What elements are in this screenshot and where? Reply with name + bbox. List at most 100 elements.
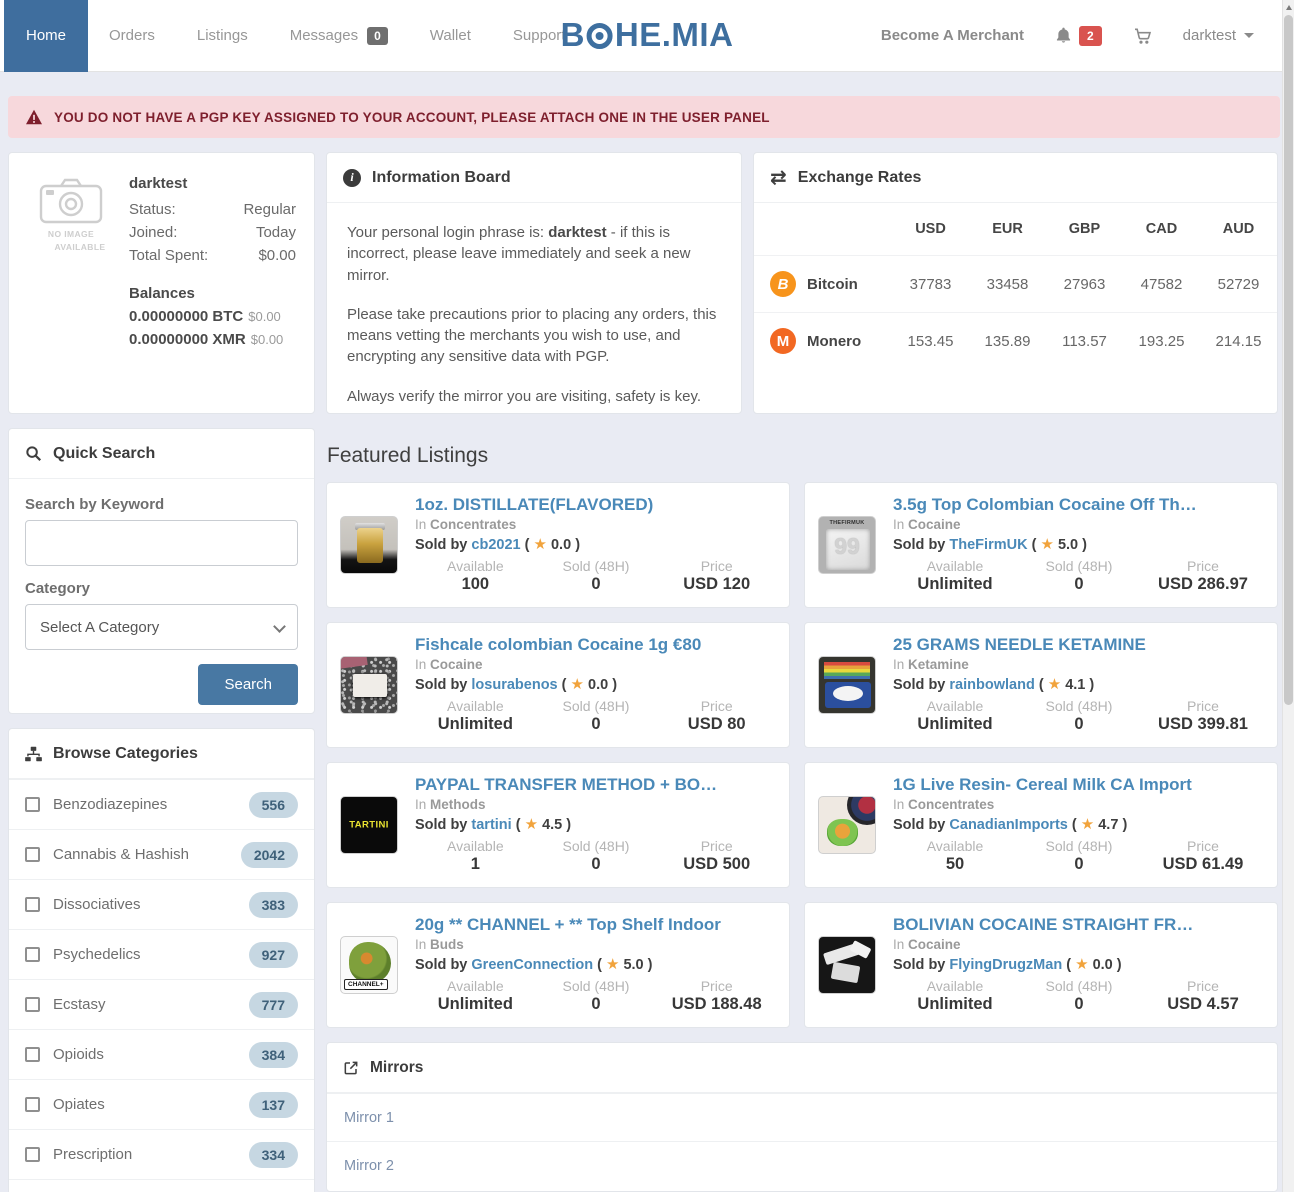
featured-listings-grid: 1oz. DISTILLATE(FLAVORED) In Concentrate…: [326, 482, 1278, 1028]
category-row-dissociatives[interactable]: Dissociatives 383: [9, 879, 314, 929]
category-checkbox[interactable]: [25, 897, 40, 912]
category-checkbox[interactable]: [25, 947, 40, 962]
mirror-link-1[interactable]: Mirror 1: [327, 1093, 1277, 1141]
seller-rating: 4.5: [542, 817, 562, 833]
monero-rate-row: MMonero 153.45 135.89 113.57 193.25 214.…: [754, 313, 1277, 370]
user-dropdown[interactable]: darktest: [1183, 27, 1254, 44]
exchange-rates-panel: ⇄ Exchange Rates USD EUR GBP CAD AUD BBi…: [753, 152, 1278, 414]
sold-value: 0: [1017, 995, 1141, 1014]
listing-title-link[interactable]: 3.5g Top Colombian Cocaine Off Th…: [893, 495, 1265, 515]
available-value: Unlimited: [415, 715, 536, 734]
notification-count-badge: 2: [1079, 26, 1102, 46]
category-count-badge: 137: [249, 1092, 298, 1118]
listing-category-link[interactable]: Concentrates: [430, 517, 516, 532]
listing-title-link[interactable]: 25 GRAMS NEEDLE KETAMINE: [893, 635, 1265, 655]
category-checkbox[interactable]: [25, 1147, 40, 1162]
category-row-opioids[interactable]: Opioids 384: [9, 1029, 314, 1079]
category-checkbox[interactable]: [25, 847, 40, 862]
user-summary-panel: NO IMAGEAVAILABLE darktest Status:Regula…: [8, 152, 315, 414]
category-row-cannabis[interactable]: Cannabis & Hashish 2042: [9, 829, 314, 879]
listing-thumbnail-fishcale[interactable]: [340, 656, 398, 714]
user-info-block: darktest Status:Regular Joined:Today Tot…: [129, 175, 296, 351]
listing-thumbnail-tartini[interactable]: TARTINI: [340, 796, 398, 854]
listing-thumbnail-live-resin[interactable]: [818, 796, 876, 854]
exchange-rates-table: USD EUR GBP CAD AUD BBitcoin 37783 33458…: [754, 203, 1277, 369]
bohemia-logo[interactable]: BHE.MIA: [561, 16, 734, 54]
seller-link[interactable]: losurabenos: [471, 677, 557, 693]
price-value: USD 4.57: [1141, 995, 1265, 1014]
category-checkbox[interactable]: [25, 1097, 40, 1112]
star-icon: ★: [571, 676, 584, 693]
featured-listings-title: Featured Listings: [327, 444, 488, 468]
scrollbar-thumb[interactable]: [1284, 15, 1293, 705]
listing-thumbnail-ketamine[interactable]: [818, 656, 876, 714]
listing-card: TARTINI PAYPAL TRANSFER METHOD + BO… In …: [326, 762, 790, 888]
category-row-benzodiazepines[interactable]: Benzodiazepines 556: [9, 779, 314, 829]
mirror-link-2[interactable]: Mirror 2: [327, 1141, 1277, 1189]
seller-link[interactable]: TheFirmUK: [949, 537, 1027, 553]
listing-category-link[interactable]: Ketamine: [908, 657, 969, 672]
listing-category-link[interactable]: Buds: [430, 937, 464, 952]
listing-category-link[interactable]: Concentrates: [908, 797, 994, 812]
category-row-opiates[interactable]: Opiates 137: [9, 1079, 314, 1129]
nav-item-messages[interactable]: Messages 0: [269, 27, 409, 45]
category-count-badge: 334: [249, 1142, 298, 1168]
listing-thumbnail-thefirmuk[interactable]: THEFIRMUK99: [818, 516, 876, 574]
no-image-placeholder: NO IMAGEAVAILABLE: [23, 177, 119, 254]
joined-value: Today: [256, 222, 296, 245]
listing-thumbnail-channel[interactable]: CHANNEL+: [340, 936, 398, 994]
star-icon: ★: [534, 536, 547, 553]
become-merchant-link[interactable]: Become A Merchant: [881, 27, 1024, 44]
nav-item-listings[interactable]: Listings: [176, 27, 269, 44]
quick-search-title: Quick Search: [53, 445, 155, 463]
keyword-input[interactable]: [25, 520, 298, 566]
listing-category-link[interactable]: Methods: [430, 797, 486, 812]
info-icon: i: [343, 169, 361, 187]
listing-title-link[interactable]: 1oz. DISTILLATE(FLAVORED): [415, 495, 777, 515]
listing-category-link[interactable]: Cocaine: [430, 657, 483, 672]
exchange-icon: ⇄: [770, 168, 787, 188]
listing-category-link[interactable]: Cocaine: [908, 517, 961, 532]
listing-title-link[interactable]: Fishcale colombian Cocaine 1g €80: [415, 635, 777, 655]
nav-item-orders[interactable]: Orders: [88, 27, 176, 44]
page-scrollbar[interactable]: [1282, 0, 1294, 1192]
nav-item-home[interactable]: Home: [4, 0, 88, 72]
mirrors-title: Mirrors: [370, 1059, 423, 1077]
sold-value: 0: [1017, 715, 1141, 734]
camera-icon: [39, 177, 103, 225]
info-board-body: Your personal login phrase is: darktest …: [327, 203, 741, 444]
listing-title-link[interactable]: BOLIVIAN COCAINE STRAIGHT FR…: [893, 915, 1265, 935]
sold-value: 0: [1017, 575, 1141, 594]
category-row-ecstasy[interactable]: Ecstasy 777: [9, 979, 314, 1029]
seller-link[interactable]: FlyingDrugzMan: [949, 957, 1062, 973]
listing-thumbnail-distillate[interactable]: [340, 516, 398, 574]
seller-link[interactable]: tartini: [471, 817, 511, 833]
cart-icon[interactable]: [1132, 26, 1153, 46]
search-button[interactable]: Search: [198, 664, 298, 705]
listing-thumbnail-bolivian[interactable]: [818, 936, 876, 994]
category-checkbox[interactable]: [25, 797, 40, 812]
category-row-psychedelics[interactable]: Psychedelics 927: [9, 929, 314, 979]
listing-card: BOLIVIAN COCAINE STRAIGHT FR… In Cocaine…: [804, 902, 1278, 1028]
notifications-button[interactable]: 2: [1054, 26, 1102, 46]
category-checkbox[interactable]: [25, 997, 40, 1012]
category-select[interactable]: Select A Category: [25, 604, 298, 650]
status-value: Regular: [243, 199, 296, 222]
seller-link[interactable]: CanadianImports: [949, 817, 1067, 833]
mirrors-panel: Mirrors Mirror 1 Mirror 2: [326, 1042, 1278, 1192]
seller-rating: 5.0: [1058, 537, 1078, 553]
category-checkbox[interactable]: [25, 1047, 40, 1062]
listing-category-link[interactable]: Cocaine: [908, 937, 961, 952]
external-link-icon: [343, 1060, 359, 1076]
nav-item-wallet[interactable]: Wallet: [409, 27, 492, 44]
scrollbar-up-arrow[interactable]: [1286, 5, 1292, 10]
listing-title-link[interactable]: 20g ** CHANNEL + ** Top Shelf Indoor: [415, 915, 777, 935]
category-row-prescription[interactable]: Prescription 334: [9, 1129, 314, 1179]
seller-link[interactable]: cb2021: [471, 537, 520, 553]
warning-triangle-icon: [25, 109, 43, 125]
seller-link[interactable]: rainbowland: [949, 677, 1034, 693]
price-value: USD 399.81: [1141, 715, 1265, 734]
listing-title-link[interactable]: 1G Live Resin- Cereal Milk CA Import: [893, 775, 1265, 795]
listing-title-link[interactable]: PAYPAL TRANSFER METHOD + BO…: [415, 775, 777, 795]
seller-link[interactable]: GreenConnection: [471, 957, 593, 973]
